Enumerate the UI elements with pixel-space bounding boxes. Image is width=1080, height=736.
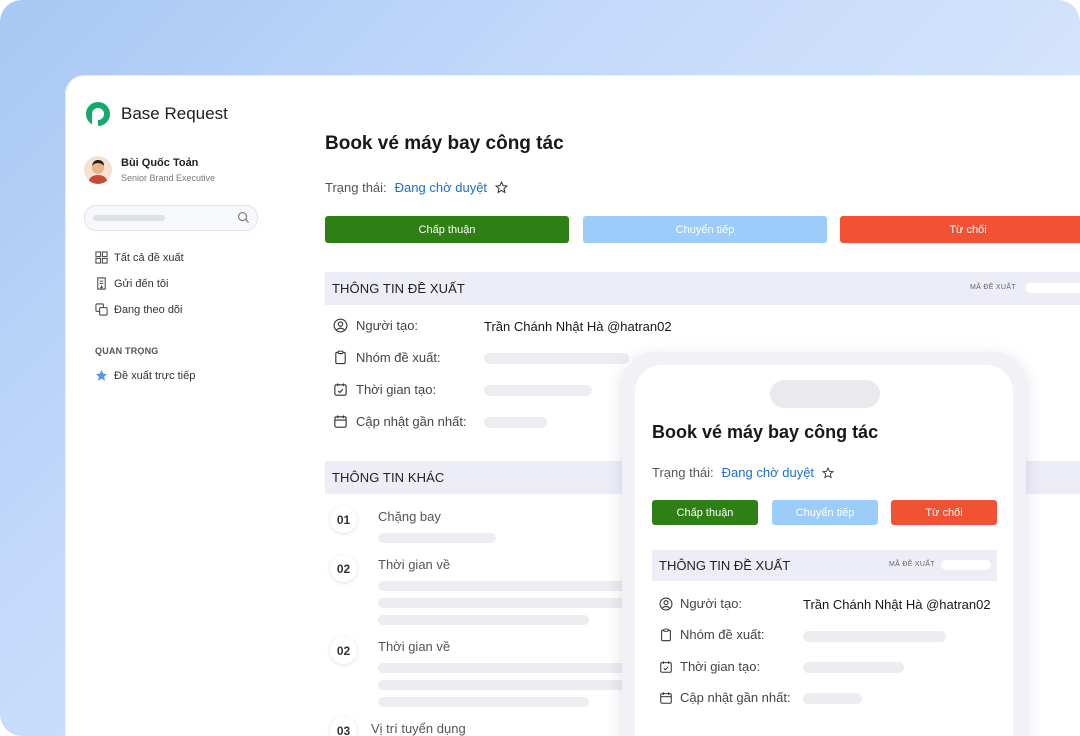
field-label: Nhóm đề xuất: <box>680 627 765 642</box>
avatar[interactable] <box>84 156 112 184</box>
mobile-field-creator: Người tạo: <box>659 596 742 611</box>
calendar-icon <box>660 691 672 704</box>
star-outline-icon[interactable] <box>822 466 835 479</box>
base-logo-icon <box>86 102 110 126</box>
calendar-check-icon <box>660 660 672 673</box>
item-label: Chặng bay <box>378 509 441 524</box>
creator-value[interactable]: Trần Chánh Nhật Hà @hatran02 <box>803 597 991 612</box>
section-title: THÔNG TIN ĐỀ XUẤT <box>332 281 465 296</box>
field-label: Cập nhật gần nhất: <box>680 690 791 705</box>
grid-icon <box>95 251 108 264</box>
mobile-field-created-time: Thời gian tạo: <box>659 659 760 674</box>
last-updated-placeholder <box>484 417 547 428</box>
field-label: Người tạo: <box>356 318 419 333</box>
status-label: Trạng thái: <box>652 465 714 480</box>
field-label: Thời gian tạo: <box>680 659 761 674</box>
request-code-value <box>1025 283 1080 293</box>
nav-label: Tất cả đề xuất <box>114 251 184 264</box>
copy-icon <box>95 303 108 316</box>
search-icon <box>238 212 250 224</box>
section-title-important: QUAN TRỌNG <box>95 346 159 356</box>
item-placeholder <box>378 697 589 707</box>
mobile-field-group: Nhóm đề xuất: <box>659 627 765 642</box>
clipboard-icon <box>661 628 671 641</box>
phone-screen: Book vé máy bay công tác Trạng thái: Đan… <box>635 365 1013 736</box>
forward-button[interactable]: Chuyển tiếp <box>583 216 827 243</box>
item-label: Thời gian về <box>378 639 451 654</box>
inbox-doc-icon <box>97 277 106 290</box>
status-value[interactable]: Đang chờ duyệt <box>722 465 814 480</box>
status-row: Trạng thái: Đang chờ duyệt <box>325 180 509 195</box>
created-time-placeholder <box>803 662 904 673</box>
approve-button[interactable]: Chấp thuận <box>325 216 569 243</box>
user-name: Bùi Quốc Toản <box>121 157 199 169</box>
nav-all-requests[interactable]: Tất cả đề xuất <box>95 251 184 264</box>
status-label: Trạng thái: <box>325 180 387 195</box>
star-outline-icon[interactable] <box>495 181 509 194</box>
item-placeholder <box>378 615 589 625</box>
request-code-label: MÃ ĐỀ XUẤT <box>889 561 935 568</box>
calendar-check-icon <box>334 383 347 396</box>
mobile-approve-button[interactable]: Chấp thuận <box>652 500 758 525</box>
background-frame: Base Request Bùi Quốc Toản Senior Brand … <box>0 0 1080 736</box>
nav-following[interactable]: Đang theo dõi <box>95 303 183 316</box>
field-last-updated: Cập nhật gần nhất: <box>333 414 467 429</box>
clipboard-icon <box>335 350 346 365</box>
mobile-page-title: Book vé máy bay công tác <box>652 422 879 442</box>
field-group: Nhóm đề xuất: <box>333 350 441 365</box>
app-name: Base Request <box>121 104 228 123</box>
reject-button[interactable]: Từ chối <box>840 216 1080 243</box>
mobile-forward-button[interactable]: Chuyển tiếp <box>772 500 878 525</box>
person-avatar-icon <box>88 160 108 184</box>
calendar-icon <box>334 415 347 428</box>
page-title: Book vé máy bay công tác <box>325 133 564 154</box>
nav-label: Đang theo dõi <box>114 303 183 316</box>
field-created-time: Thời gian tạo: <box>333 382 436 397</box>
nav-direct-requests[interactable]: Đề xuất trực tiếp <box>95 369 195 382</box>
created-time-placeholder <box>484 385 592 396</box>
user-role: Senior Brand Executive <box>121 173 216 183</box>
step-number: 02 <box>330 637 357 664</box>
item-label: Vị trí tuyển dụng <box>371 721 466 736</box>
nav-sent-to-me[interactable]: Gửi đến tôi <box>95 277 168 290</box>
field-label: Thời gian tạo: <box>356 382 437 397</box>
field-label: Cập nhật gần nhất: <box>356 414 467 429</box>
search-placeholder <box>93 215 165 221</box>
step-number: 01 <box>330 506 357 533</box>
nav-label: Gửi đến tôi <box>114 277 169 290</box>
mobile-field-last-updated: Cập nhật gần nhất: <box>659 690 791 705</box>
mobile-status-row: Trạng thái: Đang chờ duyệt <box>652 465 835 480</box>
user-circle-icon <box>333 318 348 333</box>
section-title: THÔNG TIN KHÁC <box>332 470 445 485</box>
request-code-value <box>941 560 991 570</box>
request-code-label: MÃ ĐỀ XUẤT <box>970 284 1016 291</box>
mobile-reject-button[interactable]: Từ chối <box>891 500 997 525</box>
section-title: THÔNG TIN ĐỀ XUẤT <box>659 558 791 573</box>
status-value[interactable]: Đang chờ duyệt <box>395 180 487 195</box>
phone-mockup: Book vé máy bay công tác Trạng thái: Đan… <box>622 352 1026 736</box>
field-label: Nhóm đề xuất: <box>356 350 441 365</box>
field-creator: Người tạo: <box>333 318 418 333</box>
item-placeholder <box>378 533 496 543</box>
step-number: 02 <box>330 555 357 582</box>
user-circle-icon <box>659 597 673 610</box>
nav-label: Đề xuất trực tiếp <box>114 369 196 382</box>
star-icon <box>95 369 108 381</box>
field-label: Người tạo: <box>680 596 743 611</box>
section-header-request-info: THÔNG TIN ĐỀ XUẤT MÃ ĐỀ XUẤT <box>325 272 1080 305</box>
mobile-section-header-request-info: THÔNG TIN ĐỀ XUẤT MÃ ĐỀ XUẤT <box>652 550 997 581</box>
phone-notch <box>770 380 880 408</box>
search-input[interactable] <box>84 205 258 231</box>
item-label: Thời gian về <box>378 557 451 572</box>
last-updated-placeholder <box>803 693 862 704</box>
step-number: 03 <box>330 717 357 736</box>
creator-value[interactable]: Trần Chánh Nhật Hà @hatran02 <box>484 319 672 334</box>
group-value-placeholder <box>484 353 629 364</box>
group-value-placeholder <box>803 631 946 642</box>
